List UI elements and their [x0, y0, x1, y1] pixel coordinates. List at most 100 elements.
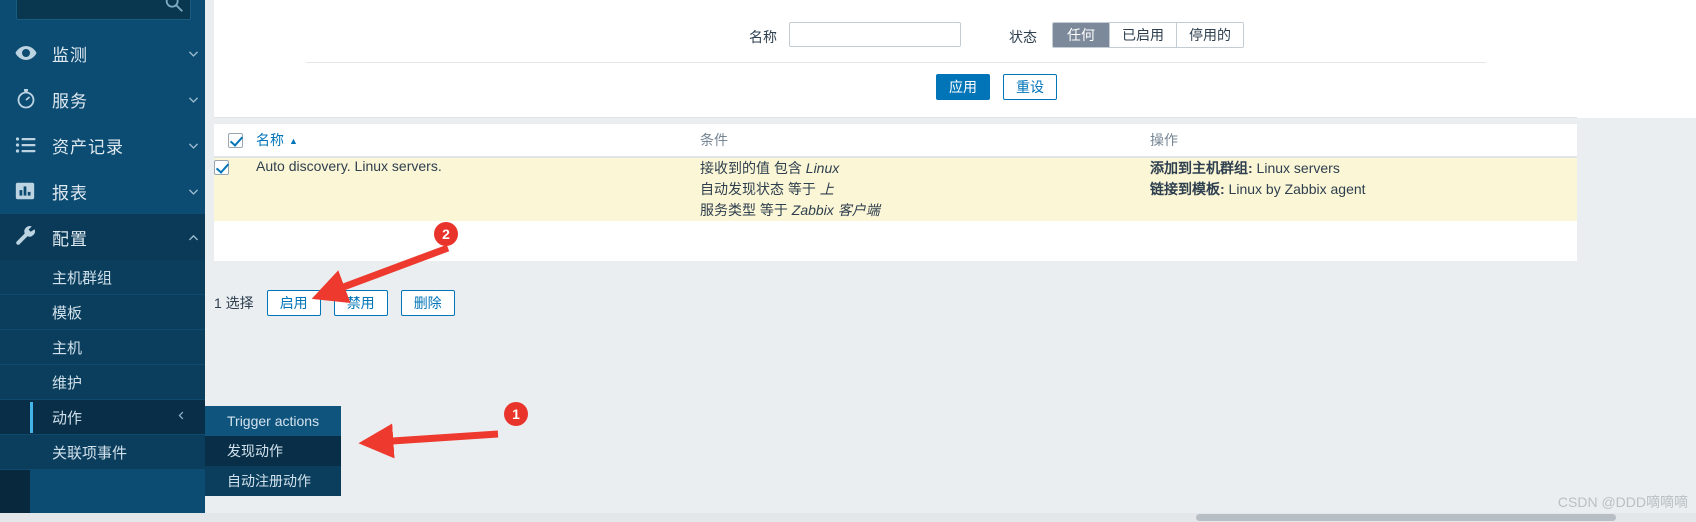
- operation-value: Linux servers: [1252, 160, 1340, 176]
- right-filler-gray: [1577, 118, 1696, 522]
- table-header-condition: 条件: [700, 124, 1150, 158]
- search-icon[interactable]: [163, 0, 185, 14]
- sidebar-subitem-label: 维护: [52, 374, 83, 392]
- filter-divider: [306, 62, 1486, 63]
- row-operation-cell: 添加到主机群组: Linux servers 链接到模板: Linux by Z…: [1150, 157, 1577, 221]
- sidebar-subitem-label: 主机: [52, 339, 83, 357]
- filter-name-label: 名称: [749, 29, 777, 45]
- main-content: 名称 状态 任何 已启用 停用的 应用 重设 名称 ▲ 条件 操作 Auto d…: [205, 0, 1696, 522]
- search-input[interactable]: [25, 0, 155, 14]
- enable-button[interactable]: 启用: [266, 290, 321, 316]
- condition-value: Zabbix 客户端: [791, 202, 880, 218]
- chevron-left-icon: [176, 410, 187, 424]
- flyout-item-trigger-actions[interactable]: Trigger actions: [205, 406, 341, 436]
- table-header-condition-label: 条件: [700, 132, 728, 148]
- condition-value: 上: [819, 181, 834, 197]
- chevron-down-icon: [181, 185, 205, 198]
- condition-line: 服务类型 等于 Zabbix 客户端: [700, 200, 1150, 221]
- annotation-badge-2: 2: [434, 222, 458, 246]
- sidebar-subitem-label: 模板: [52, 304, 83, 322]
- condition-prefix: 自动发现状态 等于: [700, 181, 820, 197]
- sidebar-search[interactable]: [16, 0, 191, 20]
- bulk-action-bar: 1 选择 启用 禁用 删除: [214, 288, 468, 318]
- sidebar-item-templates[interactable]: 模板: [0, 295, 205, 330]
- filter-state-enabled[interactable]: 已启用: [1110, 23, 1177, 47]
- table-header-row: 名称 ▲ 条件 操作: [214, 124, 1577, 158]
- apply-button[interactable]: 应用: [936, 74, 990, 100]
- row-checkbox-cell: [214, 157, 256, 221]
- sidebar-item-label: 服务: [52, 91, 88, 111]
- table-header-name[interactable]: 名称 ▲: [256, 124, 700, 158]
- sidebar-item-actions[interactable]: 动作: [0, 400, 205, 435]
- condition-line: 自动发现状态 等于 上: [700, 179, 1150, 200]
- stopwatch-icon: [14, 86, 52, 112]
- actions-table-wrap: 名称 ▲ 条件 操作 Auto discovery. Linux servers…: [214, 124, 1577, 261]
- sidebar-item-configuration[interactable]: 配置: [0, 214, 205, 260]
- sidebar-item-hosts[interactable]: 主机: [0, 330, 205, 365]
- sidebar-item-event-correlation[interactable]: 关联项事件: [0, 435, 205, 470]
- horizontal-scrollbar[interactable]: [0, 513, 1696, 522]
- sidebar-item-maintenance[interactable]: 维护: [0, 365, 205, 400]
- sidebar-submenu-configuration: 主机群组 模板 主机 维护 动作 关联项事件: [0, 260, 205, 470]
- sidebar-item-services[interactable]: 服务: [0, 76, 205, 122]
- table-header-operation: 操作: [1150, 124, 1577, 158]
- operation-label: 链接到模板:: [1150, 181, 1225, 197]
- actions-flyout-menu: Trigger actions 发现动作 自动注册动作: [205, 406, 341, 496]
- table-header-operation-label: 操作: [1150, 132, 1178, 148]
- sidebar-subitem-label: 动作: [52, 409, 83, 427]
- filter-button-row: 应用 重设: [214, 74, 1577, 104]
- chevron-down-icon: [181, 47, 205, 60]
- condition-prefix: 接收到的值 包含: [700, 160, 806, 176]
- sidebar-subitem-label: 关联项事件: [52, 444, 128, 462]
- filter-state-label: 状态: [1009, 29, 1037, 45]
- row-select-checkbox[interactable]: [214, 159, 229, 175]
- selected-count-label: 1 选择: [214, 295, 254, 311]
- sidebar-item-reports[interactable]: 报表: [0, 168, 205, 214]
- disable-button[interactable]: 禁用: [333, 290, 388, 316]
- action-name-link[interactable]: Auto discovery. Linux servers.: [256, 158, 442, 174]
- operation-label: 添加到主机群组:: [1150, 160, 1253, 176]
- wrench-icon: [14, 224, 52, 250]
- filter-name-input[interactable]: [789, 22, 961, 47]
- csdn-watermark: CSDN @DDD嘀嘀嘀: [1557, 494, 1688, 510]
- sidebar: 监测 服务 资产记录 报表 配置 主机群组 模板 主机 维护 动作 关联项事件: [0, 0, 205, 522]
- table-header-checkbox-cell: [214, 124, 256, 158]
- chevron-down-icon: [181, 93, 205, 106]
- select-all-checkbox[interactable]: [228, 133, 243, 149]
- sidebar-item-inventory[interactable]: 资产记录: [0, 122, 205, 168]
- bar-chart-icon: [14, 178, 52, 204]
- filter-state-segmented-control: 任何 已启用 停用的: [1052, 22, 1244, 48]
- chevron-up-icon: [181, 231, 205, 244]
- list-icon: [14, 132, 52, 158]
- sort-ascending-icon: ▲: [289, 136, 298, 147]
- sidebar-item-label: 资产记录: [52, 137, 124, 157]
- flyout-item-discovery-actions[interactable]: 发现动作: [205, 436, 341, 466]
- flyout-item-autoregistration-actions[interactable]: 自动注册动作: [205, 466, 341, 496]
- condition-prefix: 服务类型 等于: [700, 202, 792, 218]
- table-bottom-spacer: [214, 221, 1577, 261]
- delete-button[interactable]: 删除: [400, 290, 455, 316]
- filter-state-disabled[interactable]: 停用的: [1177, 23, 1243, 47]
- sidebar-subitem-label: 主机群组: [52, 269, 113, 287]
- zabbix-app-window: 监测 服务 资产记录 报表 配置 主机群组 模板 主机 维护 动作 关联项事件 …: [0, 0, 1696, 522]
- chevron-down-icon: [181, 139, 205, 152]
- sidebar-item-host-groups[interactable]: 主机群组: [0, 260, 205, 295]
- actions-table: 名称 ▲ 条件 操作 Auto discovery. Linux servers…: [214, 124, 1577, 221]
- sidebar-item-label: 监测: [52, 45, 88, 65]
- sidebar-item-monitoring[interactable]: 监测: [0, 30, 205, 76]
- table-row[interactable]: Auto discovery. Linux servers. 接收到的值 包含 …: [214, 157, 1577, 221]
- row-name-cell: Auto discovery. Linux servers.: [256, 157, 700, 221]
- condition-line: 接收到的值 包含 Linux: [700, 158, 1150, 179]
- row-condition-cell: 接收到的值 包含 Linux 自动发现状态 等于 上 服务类型 等于 Zabbi…: [700, 157, 1150, 221]
- eye-icon: [14, 40, 52, 66]
- sidebar-item-label: 报表: [52, 183, 88, 203]
- reset-button[interactable]: 重设: [1003, 74, 1057, 100]
- filter-panel: 名称 状态 任何 已启用 停用的 应用 重设: [214, 0, 1577, 118]
- table-header-name-label: 名称: [256, 132, 284, 148]
- operation-value: Linux by Zabbix agent: [1224, 181, 1366, 197]
- scrollbar-thumb[interactable]: [1196, 514, 1616, 521]
- filter-state-any[interactable]: 任何: [1053, 23, 1110, 47]
- operation-line: 链接到模板: Linux by Zabbix agent: [1150, 179, 1577, 200]
- sidebar-item-label: 配置: [52, 229, 88, 249]
- annotation-badge-1: 1: [504, 402, 528, 426]
